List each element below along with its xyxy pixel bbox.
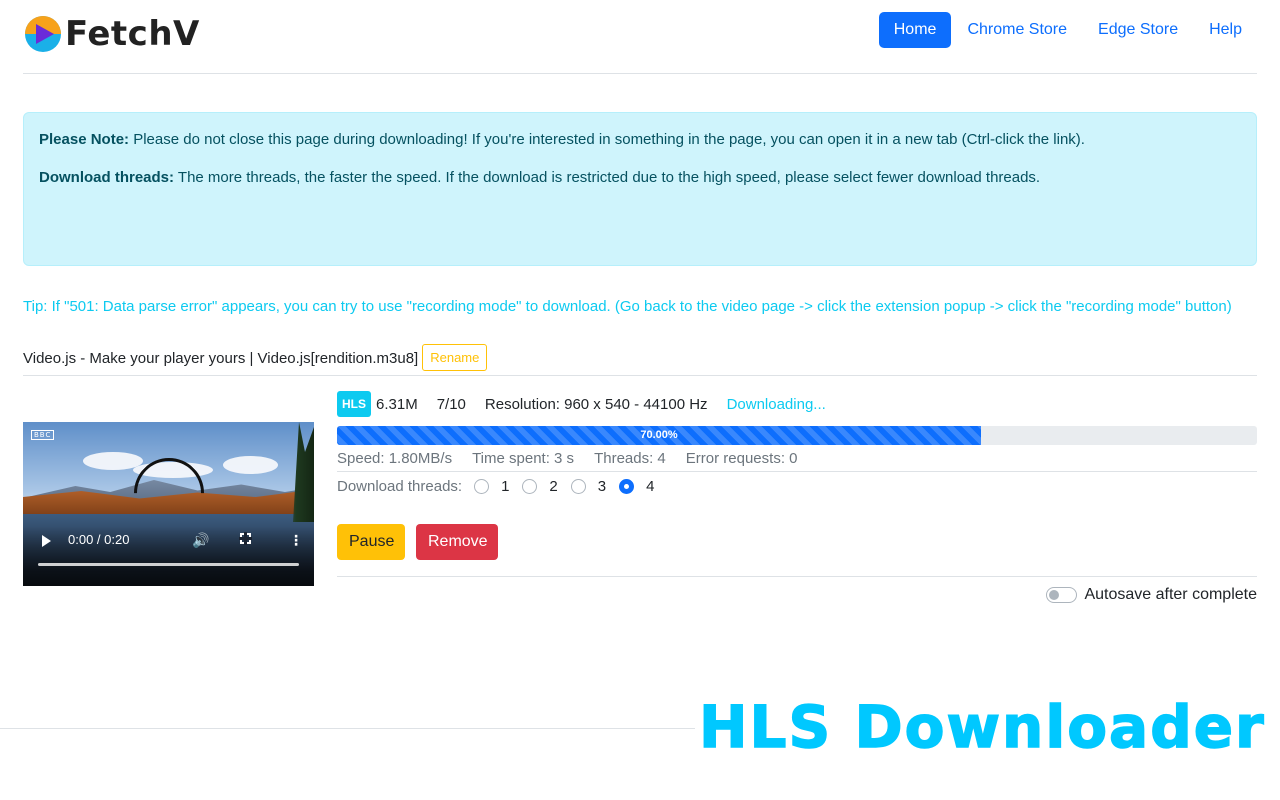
logo[interactable]: FetchV	[23, 14, 200, 54]
file-size: 6.31M	[376, 395, 418, 413]
video-title-row: Video.js - Make your player yours | Vide…	[23, 341, 1257, 376]
threads-label: Download threads:	[39, 169, 175, 186]
footer-divider	[0, 728, 695, 729]
nav-chrome-store[interactable]: Chrome Store	[952, 12, 1082, 48]
segment-count: 7/10	[436, 395, 466, 413]
autosave-label: Autosave after complete	[1084, 586, 1257, 603]
threads-paragraph: Download threads: The more threads, the …	[39, 169, 1241, 187]
stat-errors: Error requests: 0	[685, 450, 798, 467]
player-time: 0:00 / 0:20	[68, 532, 130, 547]
tip-text: Tip: If "501: Data parse error" appears,…	[23, 298, 1232, 315]
notice-alert: Please Note: Please do not close this pa…	[23, 112, 1257, 266]
stat-time-spent: Time spent: 3 s	[472, 450, 575, 467]
progress-bar-fill: 70.00%	[337, 426, 981, 445]
stat-threads: Threads: 4	[594, 450, 666, 467]
player-controls	[23, 526, 314, 586]
video-player[interactable]: BBC 0:00 / 0:20 🔊 ⋮	[23, 422, 314, 586]
nav-edge-store[interactable]: Edge Store	[1083, 12, 1193, 48]
download-info: HLS 6.31M 7/10 Resolution: 960 x 540 - 4…	[337, 391, 826, 417]
video-frame-cloud	[223, 456, 278, 474]
thread-option-4[interactable]: 4	[619, 478, 654, 495]
note-paragraph: Please Note: Please do not close this pa…	[39, 131, 1241, 149]
rename-button[interactable]: Rename	[422, 343, 488, 371]
divider	[337, 576, 1257, 577]
header: FetchV Home Chrome Store Edge Store Help	[23, 0, 1257, 74]
remove-button[interactable]: Remove	[416, 524, 498, 560]
fullscreen-icon[interactable]	[239, 532, 252, 545]
thread-option-label: 1	[501, 478, 510, 495]
note-text: Please do not close this page during dow…	[129, 131, 1085, 148]
radio-icon[interactable]	[522, 479, 538, 494]
promo-title: HLS Downloader	[698, 692, 1266, 762]
progress-bar-track: 70.00%	[337, 426, 1257, 445]
download-stats: Speed: 1.80MB/s Time spent: 3 s Threads:…	[337, 446, 1257, 472]
autosave-switch[interactable]	[1046, 587, 1078, 603]
thread-selector: Download threads: 1 2 3 4	[337, 478, 667, 495]
seek-bar[interactable]	[38, 563, 299, 566]
bbc-watermark: BBC	[31, 430, 55, 440]
thread-option-2[interactable]: 2	[522, 478, 558, 495]
autosave-toggle-row: Autosave after complete	[1046, 586, 1257, 604]
download-status: Downloading...	[726, 395, 826, 413]
top-nav: Home Chrome Store Edge Store Help	[878, 12, 1257, 48]
radio-icon[interactable]	[474, 479, 490, 494]
thread-option-label: 4	[646, 478, 655, 495]
stat-speed: Speed: 1.80MB/s	[337, 450, 453, 467]
radio-checked-icon[interactable]	[619, 479, 635, 494]
thread-option-label: 3	[597, 478, 607, 495]
brand-name: FetchV	[65, 14, 200, 54]
video-title: Video.js - Make your player yours | Vide…	[23, 349, 419, 367]
fetchv-logo-icon	[23, 14, 63, 54]
thread-option-label: 2	[549, 478, 558, 495]
play-icon[interactable]	[42, 535, 51, 547]
hls-badge: HLS	[337, 391, 371, 417]
resolution: Resolution: 960 x 540 - 44100 Hz	[484, 395, 708, 413]
more-options-icon[interactable]: ⋮	[289, 532, 303, 549]
thread-selector-label: Download threads:	[337, 478, 463, 495]
note-label: Please Note:	[39, 131, 130, 148]
nav-help[interactable]: Help	[1194, 12, 1257, 48]
threads-text: The more threads, the faster the speed. …	[174, 169, 1041, 186]
volume-icon[interactable]: 🔊	[192, 532, 209, 549]
nav-home[interactable]: Home	[878, 12, 952, 48]
thread-option-1[interactable]: 1	[474, 478, 509, 495]
pause-button[interactable]: Pause	[337, 524, 405, 560]
thread-option-3[interactable]: 3	[570, 478, 607, 495]
radio-icon[interactable]	[570, 479, 586, 494]
